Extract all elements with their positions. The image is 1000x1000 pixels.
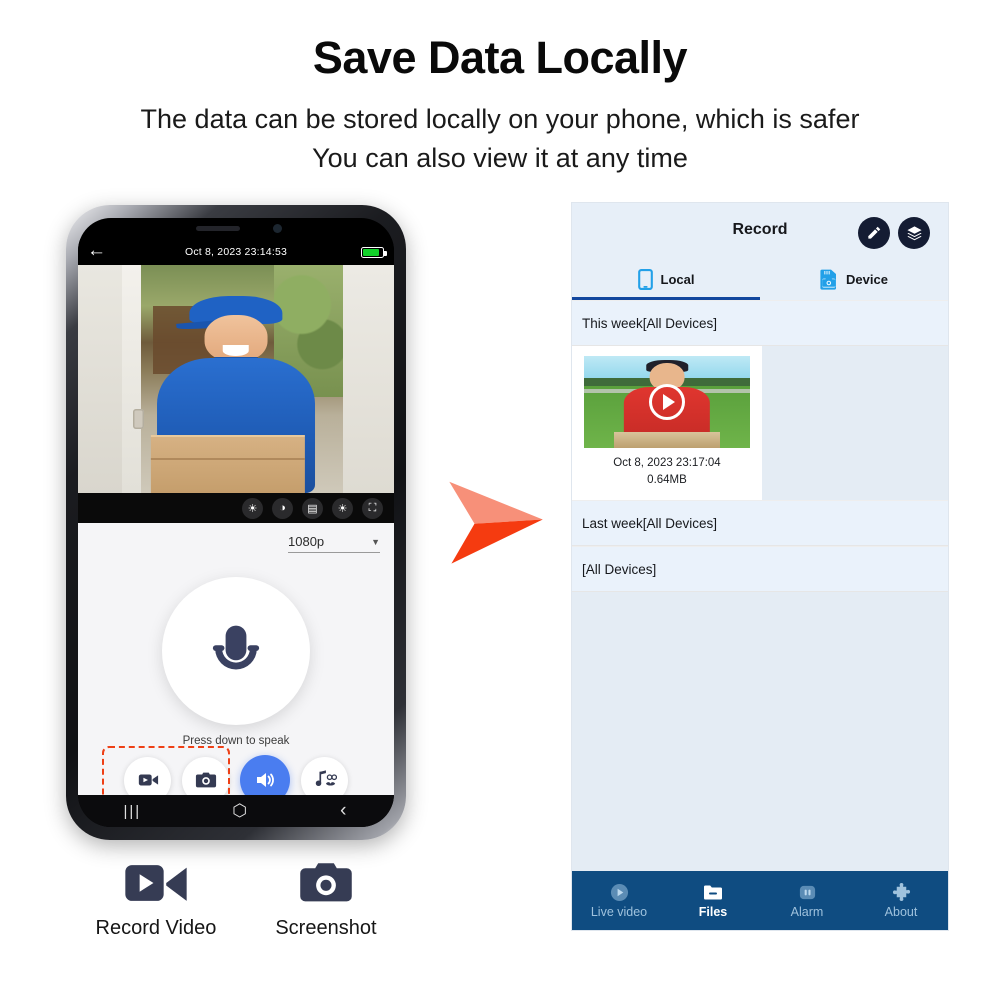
exposure-icon[interactable]: ☀ [332, 497, 353, 519]
layers-icon [906, 225, 922, 240]
push-to-talk-button[interactable] [162, 577, 310, 725]
delivery-person [135, 279, 337, 493]
person-smile [222, 345, 250, 356]
recording-thumbnail[interactable] [584, 356, 750, 448]
phone-mockup: ← Oct 8, 2023 23:14:53 ☀ ◑ ▤ ☀ ⛶ 1080p ▼… [66, 205, 406, 840]
nav-item-live-video[interactable]: Live video [572, 871, 666, 930]
phone-screen: ← Oct 8, 2023 23:14:53 ☀ ◑ ▤ ☀ ⛶ 1080p ▼… [78, 218, 394, 827]
app-status-bar: ← Oct 8, 2023 23:14:53 [78, 239, 394, 265]
contrast-icon[interactable]: ◑ [272, 497, 293, 519]
recordings-list[interactable]: This week[All Devices] Oct 8, 2023 23:17… [572, 300, 948, 871]
legend-item-screenshot: Screenshot [275, 860, 377, 940]
phone-notch [170, 218, 302, 239]
legend-label: Screenshot [275, 917, 377, 939]
section-header[interactable]: [All Devices] [572, 546, 948, 593]
pointer-arrow [449, 481, 543, 564]
recordings-row: Oct 8, 2023 23:17:04 0.64MB [572, 346, 948, 501]
camera-icon [300, 863, 352, 902]
saturation-icon[interactable]: ▤ [302, 497, 323, 519]
quality-value: 1080p [288, 534, 325, 549]
feature-legend: Record Video Screenshot [66, 860, 406, 940]
nav-label: Alarm [790, 905, 824, 919]
nav-item-alarm[interactable]: Alarm [760, 871, 854, 930]
parcel-box [151, 435, 305, 493]
edit-button[interactable] [858, 217, 890, 249]
nav-label: Files [698, 905, 728, 919]
tab-device[interactable]: Device [760, 259, 948, 300]
live-video-icon [609, 882, 629, 902]
page-subtitle: The data can be stored locally on your p… [50, 100, 950, 178]
brightness-icon[interactable]: ☀ [242, 497, 263, 519]
control-area: 1080p ▼ Press down to speak [78, 523, 394, 811]
phone-frame: ← Oct 8, 2023 23:14:53 ☀ ◑ ▤ ☀ ⛶ 1080p ▼… [66, 205, 406, 840]
legend-item-record-video: Record Video [95, 860, 217, 940]
stream-timestamp: Oct 8, 2023 23:14:53 [184, 246, 288, 258]
source-tabs: Local Device [572, 259, 948, 300]
alarm-icon [797, 882, 817, 902]
recording-card[interactable]: Oct 8, 2023 23:17:04 0.64MB [572, 346, 762, 501]
live-video-feed[interactable] [78, 265, 394, 493]
door-right [343, 265, 394, 493]
nav-label: Live video [590, 905, 648, 919]
app-title: Record [732, 221, 788, 238]
battery-full-icon [361, 247, 387, 258]
recording-size: 0.64MB [647, 473, 687, 486]
layers-button[interactable] [898, 217, 930, 249]
video-camera-icon [125, 865, 187, 901]
thumb-parcel [613, 432, 721, 448]
subtitle-line-2: You can also view it at any time [312, 143, 688, 174]
microphone-icon [212, 625, 260, 670]
nav-label: About [884, 905, 918, 919]
nav-item-about[interactable]: About [854, 871, 948, 930]
door-left [78, 265, 123, 493]
earpiece-speaker [196, 226, 240, 231]
tab-label: Local [660, 272, 695, 287]
phone-icon [637, 269, 653, 290]
record-app-panel: Record Local Device This week[All Device… [572, 203, 948, 930]
recents-button[interactable]: ||| [124, 803, 142, 820]
android-nav-bar: ||| ⬡ ‹ [78, 795, 394, 827]
subtitle-line-1: The data can be stored locally on your p… [140, 104, 860, 134]
pencil-icon [868, 226, 881, 239]
page-title: Save Data Locally [312, 32, 688, 83]
back-button[interactable]: ‹ [340, 800, 348, 822]
section-header[interactable]: This week[All Devices] [572, 300, 948, 346]
folder-icon [703, 882, 723, 902]
back-arrow-icon[interactable]: ← [87, 241, 106, 261]
page-root: Save Data Locally The data can be stored… [0, 0, 1000, 1000]
speaker-icon [257, 773, 274, 787]
home-button[interactable]: ⬡ [232, 801, 249, 821]
sd-card-icon [820, 269, 837, 290]
tab-local[interactable]: Local [572, 259, 760, 300]
chevron-down-icon: ▼ [371, 536, 380, 547]
front-camera-icon [273, 224, 282, 233]
app-header: Record [572, 203, 948, 259]
recording-timestamp: Oct 8, 2023 23:17:04 [613, 457, 721, 469]
puzzle-icon [891, 882, 911, 902]
fullscreen-icon[interactable]: ⛶ [362, 497, 383, 519]
legend-label: Record Video [95, 917, 217, 939]
play-icon[interactable] [649, 384, 685, 420]
app-bottom-nav: Live video Files Alarm About [572, 871, 948, 930]
voice-changer-icon [315, 770, 337, 786]
nav-item-files[interactable]: Files [666, 871, 760, 930]
recording-meta: Oct 8, 2023 23:17:04 0.64MB [572, 455, 762, 488]
tab-label: Device [846, 272, 888, 287]
video-control-bar: ☀ ◑ ▤ ☀ ⛶ [78, 493, 394, 523]
section-header[interactable]: Last week[All Devices] [572, 500, 948, 547]
quality-selector[interactable]: 1080p ▼ [288, 534, 380, 553]
